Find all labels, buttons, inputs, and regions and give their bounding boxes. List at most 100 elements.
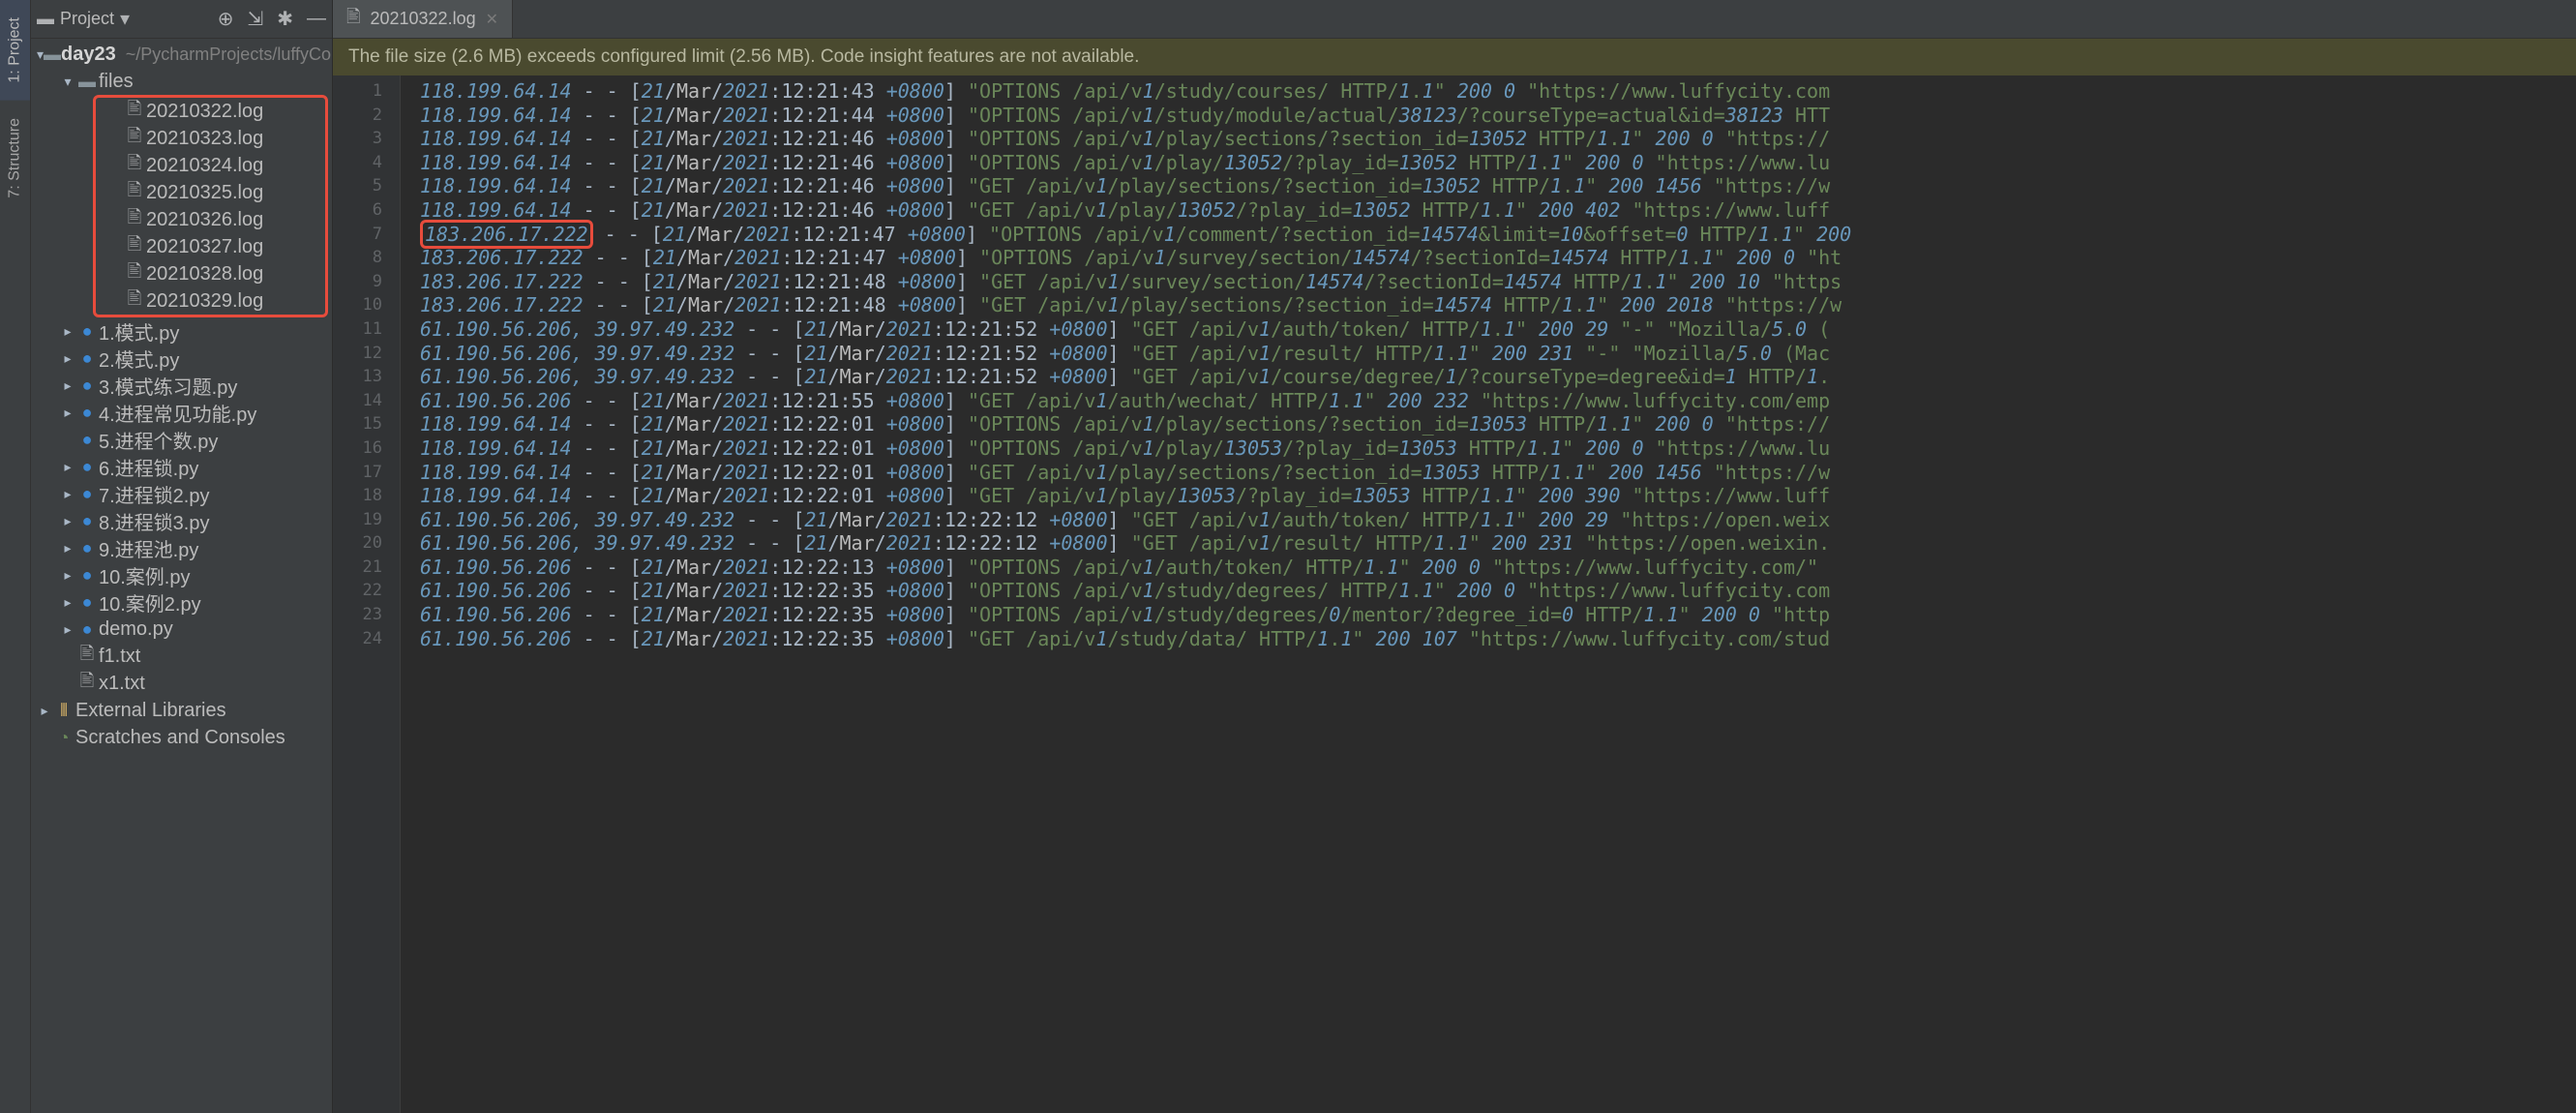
tree-file-py[interactable]: ▸●3.模式练习题.py [31,372,332,399]
file-icon: 🖹 [75,642,99,671]
tree-file-log[interactable]: ▸🖹20210324.log [96,152,325,179]
tree-file-label: 20210326.log [146,209,263,231]
chevron-right-icon[interactable]: ▸ [60,405,75,421]
tree-label: Scratches and Consoles [75,727,285,749]
chevron-down-icon[interactable]: ▾ [120,7,130,31]
tree-file-label: 20210324.log [146,155,263,177]
tree-file-label: f1.txt [99,646,140,668]
code-line: 118.199.64.14 - - [21/Mar/2021:12:21:46 … [420,198,2576,223]
folder-icon: ▬ [44,45,61,65]
tree-file-log[interactable]: ▸🖹20210325.log [96,179,325,206]
tree-file-py[interactable]: ▸●4.进程常见功能.py [31,399,332,426]
tree-root[interactable]: ▾ ▬ day23 ~/PycharmProjects/luffyCou [31,41,332,68]
file-icon: 🖹 [123,205,146,234]
close-icon[interactable]: ✕ [486,10,498,29]
tree-file-label: 20210327.log [146,236,263,258]
tree-file-label: 2.模式.py [99,345,179,373]
tree-file-log[interactable]: ▸🖹20210326.log [96,206,325,233]
target-icon[interactable]: ⊕ [218,7,234,31]
tree-external-libraries[interactable]: ▸ ⫴ External Libraries [31,697,332,724]
tree-scratches[interactable]: ▸ ◔ Scratches and Consoles [31,724,332,751]
gutter-line-number: 18 [333,484,400,508]
file-icon: 🖹 [123,232,146,261]
python-file-icon: ● [75,619,99,640]
tree-file-log[interactable]: ▸🖹20210322.log [96,98,325,125]
tree-file-py[interactable]: ▸●demo.py [31,616,332,643]
code-line: 183.206.17.222 - - [21/Mar/2021:12:21:47… [420,223,2576,247]
python-file-icon: ● [75,430,99,450]
tree-file-py[interactable]: ▸●9.进程池.py [31,534,332,561]
chevron-right-icon[interactable]: ▸ [60,377,75,394]
chevron-right-icon[interactable]: ▸ [60,486,75,502]
rail-tab-project[interactable]: 1: Project [0,0,30,101]
tree-file-py[interactable]: ▸●7.进程锁2.py [31,480,332,507]
chevron-right-icon[interactable]: ▸ [60,567,75,584]
tree-file-label: 5.进程个数.py [99,426,218,454]
tree-folder-files[interactable]: ▾ ▬ files [31,68,332,95]
file-icon: 🖹 [123,178,146,207]
editor-tab[interactable]: 🖹 20210322.log ✕ [333,0,513,38]
minimize-icon[interactable]: — [307,8,326,30]
chevron-right-icon[interactable]: ▸ [60,323,75,340]
code-line: 118.199.64.14 - - [21/Mar/2021:12:21:43 … [420,79,2576,104]
highlighted-log-files: ▸🖹20210322.log▸🖹20210323.log▸🖹20210324.l… [93,95,328,317]
gutter-line-number: 21 [333,556,400,580]
tree-file-py[interactable]: ▸●10.案例.py [31,561,332,588]
chevron-right-icon[interactable]: ▸ [60,350,75,367]
chevron-down-icon[interactable]: ▾ [60,74,75,90]
tree-file-txt[interactable]: ▸🖹f1.txt [31,643,332,670]
code-content[interactable]: 118.199.64.14 - - [21/Mar/2021:12:21:43 … [401,75,2576,1113]
code-line: 118.199.64.14 - - [21/Mar/2021:12:21:46 … [420,127,2576,151]
gutter-line-number: 12 [333,342,400,366]
code-line: 118.199.64.14 - - [21/Mar/2021:12:22:01 … [420,484,2576,508]
tree-file-py[interactable]: ▸●8.进程锁3.py [31,507,332,534]
gutter-line-number: 11 [333,317,400,342]
project-tree[interactable]: ▾ ▬ day23 ~/PycharmProjects/luffyCou ▾ ▬… [31,39,332,1113]
gutter-line-number: 1 [333,79,400,104]
chevron-right-icon[interactable]: ▸ [60,594,75,611]
line-gutter: 123456789101112131415161718192021222324 [333,75,401,1113]
tree-file-py[interactable]: ▸●5.进程个数.py [31,426,332,453]
tree-file-label: 3.模式练习题.py [99,372,237,400]
expand-icon[interactable]: ⇲ [247,7,263,31]
chevron-down-icon[interactable]: ▾ [37,46,44,63]
tree-file-log[interactable]: ▸🖹20210327.log [96,233,325,260]
code-line: 61.190.56.206, 39.97.49.232 - - [21/Mar/… [420,342,2576,366]
chevron-right-icon[interactable]: ▸ [60,513,75,529]
chevron-right-icon[interactable]: ▸ [60,621,75,638]
python-file-icon: ● [75,403,99,423]
tree-file-label: 8.进程锁3.py [99,507,209,535]
code-line: 118.199.64.14 - - [21/Mar/2021:12:22:01 … [420,412,2576,436]
gutter-line-number: 15 [333,412,400,436]
chevron-right-icon[interactable]: ▸ [60,540,75,556]
tree-file-label: 6.进程锁.py [99,453,198,481]
chevron-right-icon[interactable]: ▸ [60,459,75,475]
tree-root-path [116,45,126,65]
file-icon: 🖹 [123,97,146,126]
tree-file-py[interactable]: ▸●1.模式.py [31,317,332,345]
python-file-icon: ● [75,565,99,586]
gutter-line-number: 16 [333,436,400,461]
tree-file-label: 10.案例2.py [99,588,201,617]
python-file-icon: ● [75,538,99,558]
tree-file-py[interactable]: ▸●6.进程锁.py [31,453,332,480]
code-line: 118.199.64.14 - - [21/Mar/2021:12:21:46 … [420,174,2576,198]
tree-file-py[interactable]: ▸●10.案例2.py [31,588,332,616]
python-file-icon: ● [75,484,99,504]
tree-folder-label: files [99,71,134,93]
code-line: 61.190.56.206 - - [21/Mar/2021:12:22:35 … [420,603,2576,627]
editor-area: 🖹 20210322.log ✕ The file size (2.6 MB) … [333,0,2576,1113]
python-file-icon: ● [75,321,99,342]
gutter-line-number: 22 [333,579,400,603]
chevron-right-icon[interactable]: ▸ [37,703,52,719]
tree-file-label: 20210323.log [146,128,263,150]
tree-file-py[interactable]: ▸●2.模式.py [31,345,332,372]
tree-file-log[interactable]: ▸🖹20210323.log [96,125,325,152]
scratch-icon: ◔ [52,728,75,748]
tree-file-log[interactable]: ▸🖹20210329.log [96,287,325,315]
gear-icon[interactable]: ✱ [277,7,293,31]
tree-file-log[interactable]: ▸🖹20210328.log [96,260,325,287]
tree-file-txt[interactable]: ▸🖹x1.txt [31,670,332,697]
rail-tab-structure[interactable]: 7: Structure [0,101,30,216]
gutter-line-number: 8 [333,246,400,270]
